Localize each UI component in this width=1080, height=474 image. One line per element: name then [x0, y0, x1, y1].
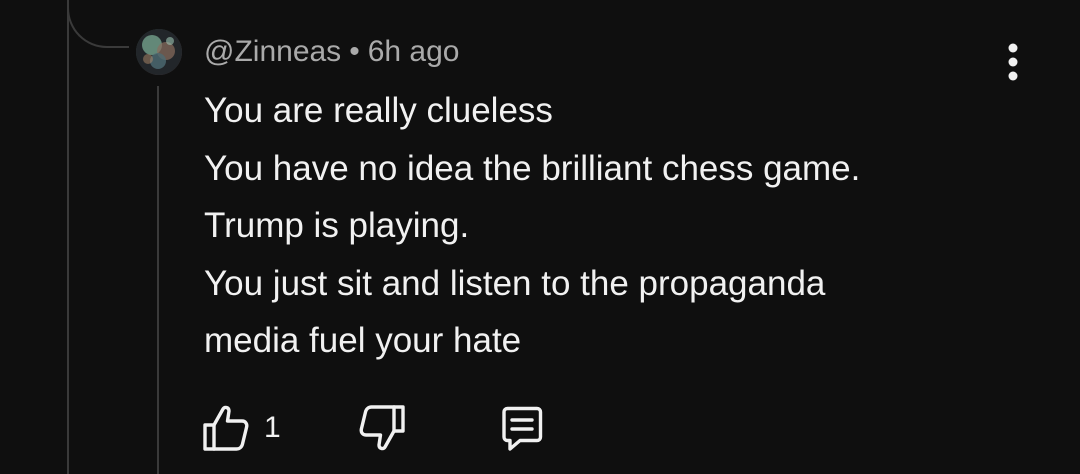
- reply-comment-icon: [502, 406, 543, 451]
- comment-line: You are really clueless: [204, 91, 553, 130]
- comment-line: Trump is playing.: [204, 206, 470, 245]
- like-count: 1: [264, 411, 281, 444]
- comment-line: media fuel your hate: [204, 321, 522, 360]
- comment-reply-view: @Zinneas • 6h ago You are really clueless …: [0, 0, 1080, 474]
- dislike-button[interactable]: [354, 398, 410, 458]
- author-name[interactable]: @Zinneas: [204, 35, 341, 68]
- more-options-button[interactable]: [998, 40, 1028, 84]
- comment-action-bar: 1: [198, 398, 598, 458]
- comment-line: You have no idea the brilliant chess gam…: [204, 148, 861, 188]
- thread-connector: [67, 0, 129, 48]
- comment-header: @Zinneas • 6h ago: [204, 33, 459, 71]
- more-vertical-icon: [1008, 43, 1018, 81]
- reply-button[interactable]: [494, 398, 550, 458]
- avatar[interactable]: [136, 29, 182, 75]
- thumbs-down-icon: [359, 405, 405, 451]
- timestamp[interactable]: 6h ago: [368, 35, 460, 68]
- comment-line: You just sit and listen to the propagand…: [204, 263, 826, 303]
- reply-thread-line: [157, 86, 159, 474]
- comment-text: You are really clueless You have no idea…: [204, 82, 1004, 370]
- like-button[interactable]: 1: [198, 398, 281, 458]
- avatar-image: [136, 29, 182, 75]
- thumbs-up-icon: [203, 405, 249, 451]
- thread-line: [67, 0, 69, 474]
- separator-dot: •: [349, 35, 360, 68]
